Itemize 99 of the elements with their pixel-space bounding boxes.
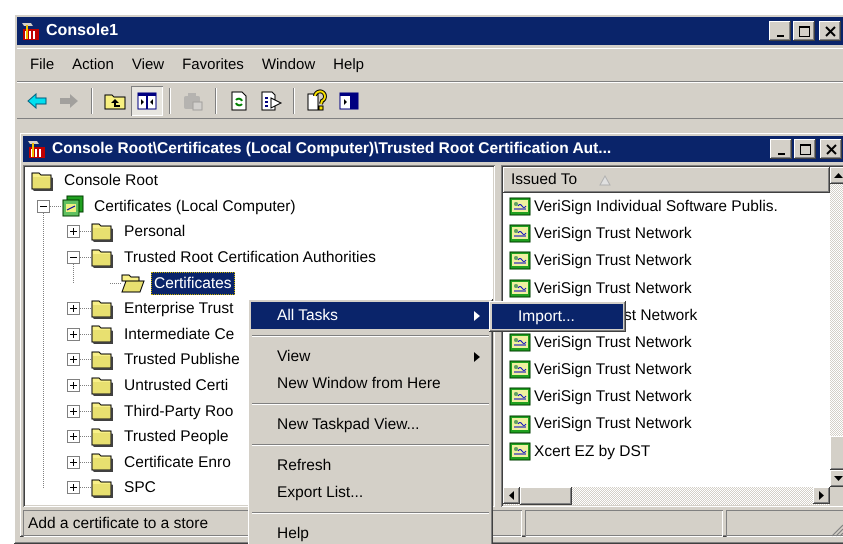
toolbar-button[interactable] [131,86,163,116]
list-item[interactable]: VeriSign Trust Network [534,249,692,273]
plus-icon [68,482,79,494]
minimize-button[interactable] [769,21,791,41]
maximize-icon [800,144,810,154]
submenu-arrow-icon [474,352,480,362]
minimize-icon [778,153,784,155]
menu-item[interactable]: Refresh [251,452,490,479]
plus-icon [68,380,79,392]
window-title: Console Root\Certificates (Local Computer)\Trusted Root Certification Aut... [52,139,612,160]
tree-item[interactable]: Intermediate Ce [121,322,238,346]
expand-button[interactable] [67,404,80,418]
menu-item[interactable]: Import... [492,304,623,329]
tree-item[interactable]: Trusted People [121,425,232,448]
console-icon [20,20,42,42]
tree-item[interactable]: Certificates [151,272,235,295]
plus-icon [68,328,79,340]
submenu-arrow-icon [474,310,480,320]
menu-item[interactable]: New Taskpad View... [251,411,490,438]
expand-button[interactable] [67,456,80,469]
expand-button[interactable] [67,430,80,444]
tree-item[interactable]: Certificates (Local Computer) [91,194,299,218]
minimize-button[interactable] [770,139,792,159]
maximize-button[interactable] [793,21,815,41]
menu-item[interactable]: Action [63,50,123,80]
tree-item[interactable]: Trusted Root Certification Authorities [121,246,379,270]
tree-item[interactable]: Third-Party Roo [121,400,236,423]
tree-item[interactable]: SPC [121,476,159,500]
minimize-icon [776,35,784,37]
collapse-button[interactable] [67,251,80,264]
expand-button[interactable] [67,225,80,238]
scroll-thumb[interactable] [520,487,572,505]
tree-item[interactable]: Personal [121,220,188,244]
tree-item[interactable]: Console Root [61,169,161,192]
expand-button[interactable] [67,302,80,316]
close-button[interactable] [819,21,841,41]
menu-item[interactable]: New Window from Here [251,370,490,397]
scroll-thumb[interactable] [830,436,843,470]
menu-item[interactable]: File [21,50,64,80]
list-item[interactable]: VeriSign Trust Network [534,222,692,246]
tree-item[interactable]: Untrusted Certi [121,374,232,398]
list-item[interactable]: VeriSign Trust Network [534,358,692,382]
scroll-left-arrow-icon[interactable] [509,491,514,500]
certificate-icon [509,278,531,298]
menu-item[interactable]: Window [252,50,324,80]
tree-item[interactable]: Trusted Publishe [121,348,243,372]
window-title: Console1 [46,21,118,41]
list-item[interactable]: VeriSign Individual Software Publis. [534,194,778,218]
scroll-right-arrow-icon[interactable] [819,491,824,500]
console-icon [26,138,48,160]
vertical-scrollbar[interactable] [830,167,843,487]
certificate-icon [509,414,531,434]
list-item[interactable]: VeriSign Trust Network [534,412,692,436]
list-item[interactable]: VeriSign Trust Network [534,330,692,354]
list-item[interactable]: Xcert EZ by DST [534,440,650,463]
menu-item[interactable]: Help [324,50,374,80]
maximize-icon [798,26,810,36]
plus-icon [68,406,79,417]
list-item[interactable]: VeriSign Trust Network [534,385,692,409]
close-icon [826,144,836,154]
certificate-store-icon [61,194,85,218]
plus-icon [68,226,79,238]
expand-button[interactable] [67,328,80,341]
plus-icon [68,431,79,442]
expand-button[interactable] [67,481,80,494]
menu-item[interactable]: View [251,343,490,370]
scroll-up-arrow-icon[interactable] [834,173,843,178]
column-header[interactable]: Issued To [503,167,830,193]
certificate-icon [509,442,531,461]
plus-icon [68,354,79,366]
certificate-icon [509,387,531,406]
status-text: Add a certificate to a store [23,510,249,537]
menu-item[interactable]: View [122,50,174,80]
menu-item[interactable]: Favorites [173,50,253,80]
help-icon [305,88,329,112]
certificate-icon [509,224,531,244]
plus-icon [68,456,79,468]
expand-button[interactable] [67,379,80,392]
close-button[interactable] [820,139,842,159]
tree-item[interactable]: Certificate Enro [121,450,234,474]
maximize-button[interactable] [794,139,816,159]
certificate-icon [509,360,531,380]
collapse-button[interactable] [37,200,50,213]
scroll-down-arrow-icon[interactable] [834,476,843,481]
horizontal-scrollbar[interactable] [503,487,830,505]
list-item[interactable]: VeriSign Trust Network [534,276,692,300]
certificate-icon [509,251,531,270]
certificate-icon [509,333,531,352]
resize-grip-icon[interactable] [830,523,843,537]
certificate-icon [509,197,531,216]
tree-item[interactable]: Enterprise Trust [121,297,236,320]
menu-item[interactable]: Help [251,520,490,544]
expand-button[interactable] [67,353,80,366]
menu-item[interactable]: Export List... [251,479,490,506]
menu-item[interactable]: All Tasks [251,302,490,329]
scrollbar-corner [830,487,843,505]
export-list-icon [259,88,283,112]
close-icon [824,26,836,36]
plus-icon [68,303,79,314]
